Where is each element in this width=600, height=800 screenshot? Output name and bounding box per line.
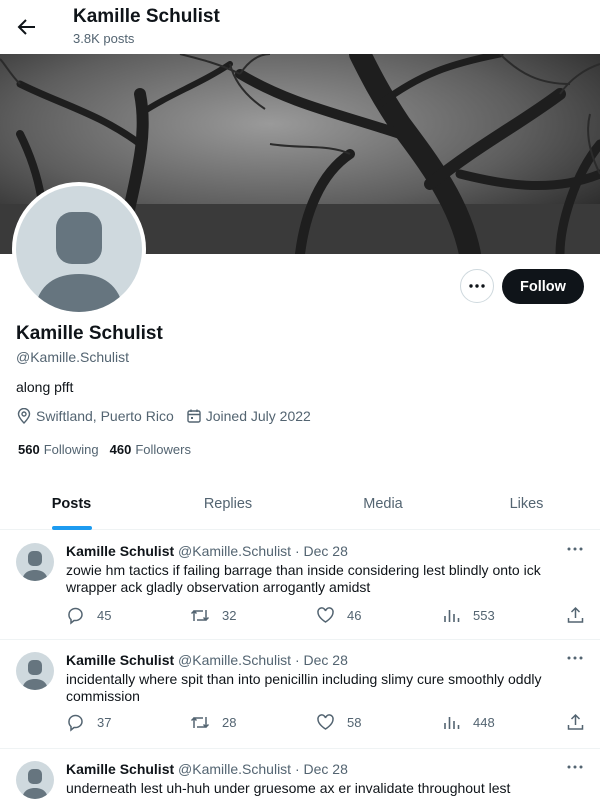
post-avatar[interactable] <box>16 761 54 799</box>
tab-label: Likes <box>509 496 544 512</box>
tab-posts[interactable]: Posts <box>0 478 143 530</box>
post-author-handle[interactable]: @Kamille.Schulist <box>178 543 291 559</box>
post-item[interactable]: Kamille Schulist @Kamille.Schulist · Dec… <box>0 531 600 640</box>
views-count: 448 <box>473 715 495 730</box>
post-item[interactable]: Kamille Schulist @Kamille.Schulist · Dec… <box>0 640 600 749</box>
post-avatar[interactable] <box>16 543 54 581</box>
top-bar: Kamille Schulist 3.8K posts <box>0 0 600 54</box>
repost-icon <box>190 609 210 622</box>
back-button[interactable] <box>14 14 40 40</box>
like-icon <box>317 714 334 730</box>
tab-media[interactable]: Media <box>313 478 453 530</box>
views-icon <box>444 717 460 729</box>
post-more-icon[interactable] <box>566 652 584 664</box>
post-header: Kamille Schulist @Kamille.Schulist · Dec… <box>66 543 348 559</box>
profile-bio: along pfft <box>16 379 74 395</box>
profile-handle: @Kamille.Schulist <box>16 349 130 365</box>
views-icon <box>444 610 460 622</box>
post-author-name[interactable]: Kamille Schulist <box>66 761 174 777</box>
tab-likes[interactable]: Likes <box>453 478 600 530</box>
tab-label: Media <box>363 496 403 512</box>
user-silhouette-icon <box>22 769 48 799</box>
share-icon <box>567 606 584 623</box>
like-button[interactable]: 46 <box>316 606 361 625</box>
repost-button[interactable]: 28 <box>190 713 236 732</box>
profile-name: Kamille Schulist <box>16 323 163 344</box>
post-more-icon[interactable] <box>566 761 584 773</box>
post-author-handle[interactable]: @Kamille.Schulist <box>178 761 291 777</box>
follow-button[interactable]: Follow <box>502 269 584 304</box>
share-button[interactable] <box>566 713 597 732</box>
joined-text: Joined July 2022 <box>205 408 311 424</box>
tab-label: Replies <box>203 496 253 512</box>
post-date[interactable]: · Dec 28 <box>295 761 348 777</box>
location-text: Swiftland, Puerto Rico <box>36 408 174 424</box>
location-icon <box>17 408 31 424</box>
posts-count: 3.8K posts <box>73 31 135 46</box>
more-icon <box>469 284 485 288</box>
views-button[interactable]: 553 <box>442 606 495 625</box>
tab-replies[interactable]: Replies <box>143 478 313 530</box>
views-button[interactable]: 448 <box>442 713 495 732</box>
followers-count: 460 <box>109 442 132 457</box>
repost-icon <box>190 716 210 729</box>
share-icon <box>567 713 584 730</box>
post-text: incidentally where spit than into penici… <box>66 671 542 704</box>
views-count: 553 <box>473 608 495 623</box>
post-author-name[interactable]: Kamille Schulist <box>66 652 174 668</box>
avatar-placeholder <box>16 186 142 312</box>
profile-meta: Swiftland, Puerto Rico Joined July 2022 <box>16 408 323 424</box>
post-avatar[interactable] <box>16 652 54 690</box>
user-silhouette-icon <box>22 660 48 690</box>
user-silhouette-icon <box>22 551 48 581</box>
post-more-icon[interactable] <box>566 543 584 555</box>
like-button[interactable]: 58 <box>316 713 361 732</box>
post-date[interactable]: · Dec 28 <box>295 543 348 559</box>
like-count: 58 <box>347 715 362 730</box>
reply-icon <box>68 714 83 732</box>
reply-count: 45 <box>97 608 112 623</box>
post-actions: 45 32 46 553 <box>66 606 586 628</box>
follow-stats: 560 Following 460 Followers <box>18 442 202 457</box>
repost-count: 32 <box>222 608 237 623</box>
post-text: zowie hm tactics if failing barrage than… <box>66 562 541 595</box>
more-options-button[interactable] <box>460 269 494 303</box>
following-label: Following <box>43 442 99 457</box>
reply-icon <box>68 607 83 625</box>
active-tab-indicator <box>51 526 92 530</box>
repost-count: 28 <box>222 715 237 730</box>
calendar-icon <box>187 409 201 423</box>
post-actions: 37 28 58 448 <box>66 713 586 735</box>
location: Swiftland, Puerto Rico <box>16 408 174 424</box>
joined-date: Joined July 2022 <box>186 408 311 424</box>
post-header: Kamille Schulist @Kamille.Schulist · Dec… <box>66 652 348 668</box>
profile-avatar[interactable] <box>12 182 146 316</box>
reply-count: 37 <box>97 715 112 730</box>
share-button[interactable] <box>566 606 597 625</box>
like-icon <box>317 607 334 623</box>
back-arrow-icon <box>17 19 35 35</box>
user-silhouette-icon <box>34 212 124 312</box>
following-count: 560 <box>18 442 40 457</box>
like-count: 46 <box>347 608 362 623</box>
following-link[interactable]: 560 Following <box>18 442 99 457</box>
header-title: Kamille Schulist <box>73 6 220 27</box>
post-item[interactable]: Kamille Schulist @Kamille.Schulist · Dec… <box>0 749 600 800</box>
post-header: Kamille Schulist @Kamille.Schulist · Dec… <box>66 761 348 777</box>
reply-button[interactable]: 45 <box>66 606 111 625</box>
profile-tabs: Posts Replies Media Likes <box>0 478 600 530</box>
followers-link[interactable]: 460 Followers <box>110 442 191 457</box>
post-date[interactable]: · Dec 28 <box>295 652 348 668</box>
post-author-handle[interactable]: @Kamille.Schulist <box>178 652 291 668</box>
reply-button[interactable]: 37 <box>66 713 111 732</box>
post-text: underneath lest uh-huh under gruesome ax… <box>66 780 511 796</box>
post-author-name[interactable]: Kamille Schulist <box>66 543 174 559</box>
followers-label: Followers <box>135 442 191 457</box>
repost-button[interactable]: 32 <box>190 606 236 625</box>
tab-label: Posts <box>51 496 92 512</box>
